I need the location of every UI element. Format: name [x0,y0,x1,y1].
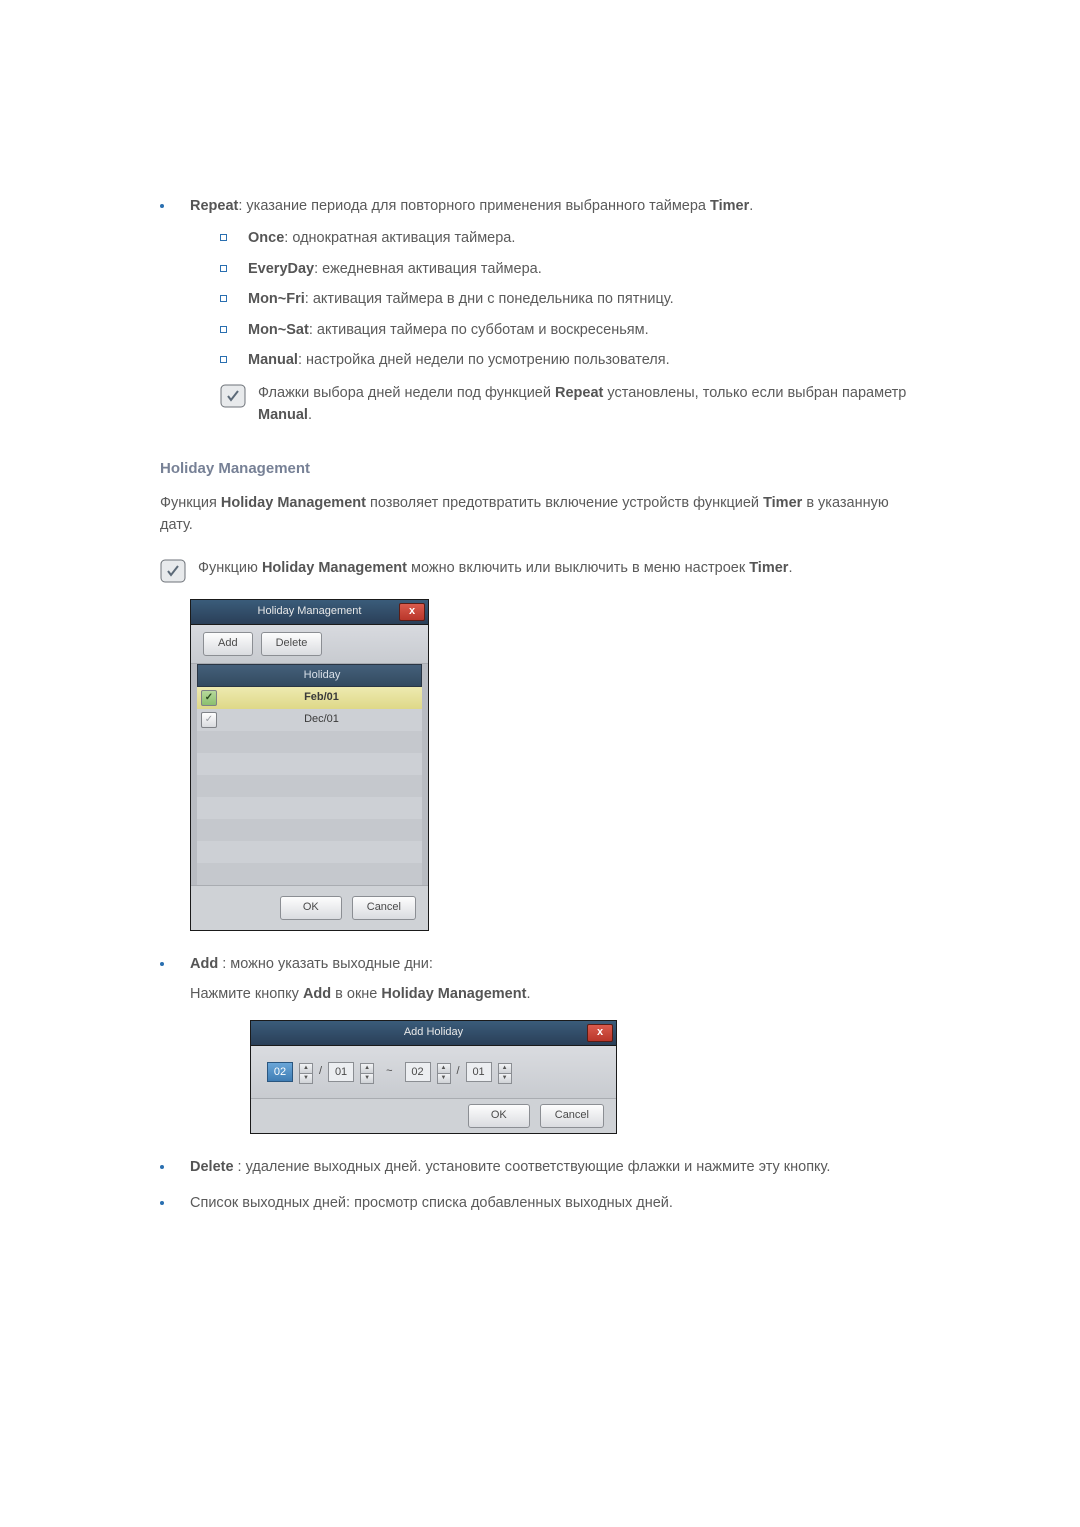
add-instruction: Нажмите кнопку Add в окне Holiday Manage… [190,983,925,1005]
note-text: Функцию Holiday Management можно включит… [198,557,925,579]
holiday-column-header: Holiday [223,667,421,684]
dialog-toolbar: Add Delete [191,625,428,664]
option-label: Mon~Sat [248,322,309,338]
tilde-separator: ~ [380,1063,398,1080]
delete-label: Delete [190,1159,234,1175]
spinner-icon[interactable]: ▲▼ [498,1063,512,1081]
list-item: Mon~Sat: активация таймера по субботам и… [220,319,925,341]
delete-desc: : удаление выходных дней. установите соо… [234,1159,831,1175]
holiday-cell: Feb/01 [221,689,422,706]
delete-button[interactable]: Delete [261,632,323,656]
end-day-input[interactable]: 01 [466,1062,492,1082]
option-label: Once [248,230,284,246]
repeat-bullet-list: Repeat: указание периода для повторного … [160,195,925,427]
add-label: Add [190,956,218,972]
add-bullet-list: Add : можно указать выходные дни: Нажмит… [160,953,925,1215]
dialog-title: Add Holiday [404,1024,463,1041]
repeat-label: Repeat [190,198,238,214]
repeat-options-list: Once: однократная активация таймера. Eve… [190,227,925,371]
dialog-titlebar: Add Holiday x [251,1021,616,1046]
holiday-heading: Holiday Management [160,457,925,480]
table-row [197,863,422,885]
note-icon [220,384,246,408]
spinner-icon[interactable]: ▲▼ [299,1063,313,1081]
option-desc: : активация таймера по субботам и воскре… [309,322,649,338]
note-icon [160,559,186,583]
table-row [197,775,422,797]
option-label: EveryDay [248,261,314,277]
add-holiday-dialog: Add Holiday x 02 ▲▼ / 01 ▲▼ ~ 02 ▲▼ / 01… [250,1020,617,1134]
table-row[interactable]: ✓ Dec/01 [197,709,422,731]
dialog-title: Holiday Management [258,603,362,620]
list-item: Once: однократная активация таймера. [220,227,925,249]
list-item: Список выходных дней: просмотр списка до… [160,1192,925,1214]
repeat-desc-timer: Timer [710,198,749,214]
holiday-cell: Dec/01 [221,711,422,728]
dialog-footer: OK Cancel [251,1098,616,1133]
add-dialog-body: 02 ▲▼ / 01 ▲▼ ~ 02 ▲▼ / 01 ▲▼ [251,1046,616,1098]
list-item: Manual: настройка дней недели по усмотре… [220,349,925,371]
list-item-desc: Список выходных дней: просмотр списка до… [190,1195,673,1211]
table-row [197,841,422,863]
ok-button[interactable]: OK [468,1104,530,1128]
option-desc: : активация таймера в дни с понедельника… [305,291,674,307]
start-month-input[interactable]: 02 [267,1062,293,1082]
close-button[interactable]: x [399,603,425,621]
slash-separator: / [319,1063,322,1080]
row-checkbox[interactable]: ✓ [201,712,217,728]
option-label: Mon~Fri [248,291,305,307]
spinner-icon[interactable]: ▲▼ [360,1063,374,1081]
list-item: Mon~Fri: активация таймера в дни с понед… [220,288,925,310]
holiday-management-dialog: Holiday Management x Add Delete Holiday … [190,599,429,931]
note-text: Флажки выбора дней недели под функцией R… [258,382,925,427]
holiday-note: Функцию Holiday Management можно включит… [160,557,925,583]
table-row [197,731,422,753]
dialog-footer: OK Cancel [191,885,428,930]
row-checkbox[interactable]: ✓ [201,690,217,706]
list-item: Delete : удаление выходных дней. установ… [160,1156,925,1178]
holiday-table: Holiday ✓ Feb/01 ✓ Dec/01 [191,664,428,885]
spinner-icon[interactable]: ▲▼ [437,1063,451,1081]
option-desc: : настройка дней недели по усмотрению по… [298,352,670,368]
table-row [197,819,422,841]
ok-button[interactable]: OK [280,896,342,920]
option-desc: : ежедневная активация таймера. [314,261,542,277]
dialog-titlebar: Holiday Management x [191,600,428,625]
add-desc: : можно указать выходные дни: [218,956,433,972]
add-button[interactable]: Add [203,632,253,656]
table-row[interactable]: ✓ Feb/01 [197,687,422,709]
repeat-desc-prefix: : указание периода для повторного примен… [238,198,710,214]
table-header-row: Holiday [197,664,422,687]
slash-separator: / [457,1063,460,1080]
cancel-button[interactable]: Cancel [540,1104,604,1128]
list-item: Repeat: указание периода для повторного … [160,195,925,427]
start-day-input[interactable]: 01 [328,1062,354,1082]
repeat-note: Флажки выбора дней недели под функцией R… [220,382,925,427]
repeat-desc-end: . [749,198,753,214]
option-label: Manual [248,352,298,368]
document-page: Repeat: указание периода для повторного … [0,0,1080,1347]
close-button[interactable]: x [587,1024,613,1042]
table-row [197,753,422,775]
list-item: EveryDay: ежедневная активация таймера. [220,258,925,280]
option-desc: : однократная активация таймера. [284,230,515,246]
table-row [197,797,422,819]
list-item: Add : можно указать выходные дни: Нажмит… [160,953,925,1134]
end-month-input[interactable]: 02 [405,1062,431,1082]
cancel-button[interactable]: Cancel [352,896,416,920]
holiday-paragraph: Функция Holiday Management позволяет пре… [160,492,925,537]
